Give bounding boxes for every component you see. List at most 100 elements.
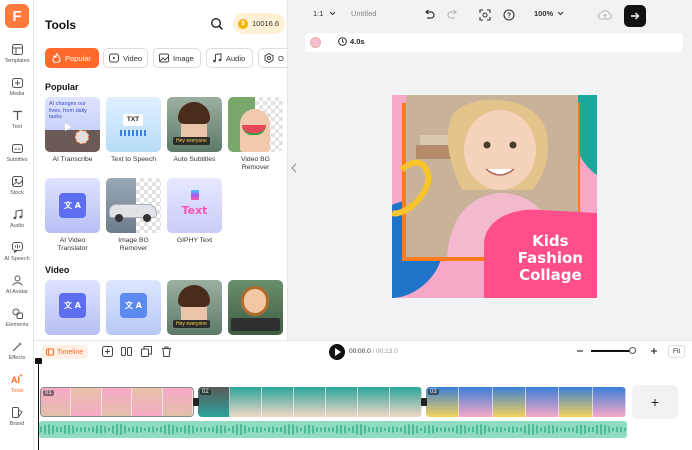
waveform-bar: [460, 424, 462, 435]
coin-balance[interactable]: $ 10016.6: [233, 13, 285, 34]
person-hair: [178, 102, 210, 124]
tool-thumbnail: 文 A: [45, 280, 100, 335]
waveform-bar: [452, 427, 454, 432]
canvas-title[interactable]: Kids Fashion Collage: [518, 233, 583, 284]
clip-frame: [230, 387, 262, 417]
waveform-bar: [464, 425, 466, 434]
rail-item-text[interactable]: Text: [0, 108, 34, 136]
waveform-bar: [40, 426, 42, 433]
tool-ai-transcribe[interactable]: AI changes our lives, from daily tasks A…: [45, 97, 100, 164]
tool-thumbnail: [228, 280, 283, 335]
zoom-out-icon[interactable]: [576, 347, 584, 357]
waveform-bar: [580, 424, 582, 435]
rail-item-templates[interactable]: Templates: [0, 42, 34, 70]
rail-item-audio[interactable]: Audio: [0, 207, 34, 235]
rail-item-stock[interactable]: Stock: [0, 174, 34, 202]
waveform-bar: [584, 425, 586, 434]
chip-audio[interactable]: Audio: [206, 48, 253, 68]
rail-label: AI Avatar: [5, 289, 29, 295]
tool-video-bg-remover[interactable]: Video BG Remover: [228, 97, 283, 172]
split-icon[interactable]: [121, 346, 132, 357]
transition-icon[interactable]: [193, 398, 199, 406]
zoom-select[interactable]: 100%: [534, 9, 564, 18]
redo-icon[interactable]: [447, 9, 458, 20]
search-icon[interactable]: [210, 17, 224, 31]
tool-text-to-speech[interactable]: TXT Text to Speech: [106, 97, 161, 164]
canvas-title-line-3: Collage: [519, 266, 582, 284]
tool-ai-video-translator[interactable]: 文 A AI Video Translator: [45, 178, 100, 253]
chip-image[interactable]: Image: [153, 48, 201, 68]
collapse-panel-handle[interactable]: [291, 163, 298, 175]
screenshot-icon[interactable]: [479, 9, 491, 21]
transition-icon[interactable]: [421, 398, 427, 406]
duplicate-icon[interactable]: [141, 346, 152, 357]
help-icon[interactable]: ?: [503, 9, 515, 21]
tool-auto-subtitles[interactable]: Hey everyone Auto Subtitles: [167, 97, 222, 164]
fit-button[interactable]: Fit: [668, 345, 686, 358]
chip-video[interactable]: Video: [103, 48, 148, 68]
rail-item-subtitles[interactable]: Subtitles: [0, 141, 34, 169]
canvas-preview[interactable]: Kids Fashion Collage: [392, 95, 597, 298]
rail-label: Subtitles: [6, 157, 28, 163]
waveform-bar: [380, 426, 382, 433]
tool-video-subtitles[interactable]: Hey everyone: [167, 280, 222, 335]
background-color-swatch[interactable]: [310, 37, 321, 48]
chevron-down-icon: [557, 9, 564, 18]
timeline-clip-3[interactable]: 03: [426, 387, 626, 417]
app-logo[interactable]: F: [5, 4, 29, 28]
tool-thumbnail: Text: [167, 178, 222, 233]
waveform-bar: [396, 427, 398, 432]
timeline-clip-2[interactable]: 02: [198, 387, 422, 417]
tools-panel: Tools $ 10016.6 Popular Video Image Audi…: [34, 0, 288, 340]
zoom-slider-knob[interactable]: [628, 347, 636, 354]
svg-text:AI: AI: [11, 375, 20, 385]
rail-item-ai-speech[interactable]: AI Speech: [0, 240, 34, 268]
giphy-word: Text: [181, 204, 208, 217]
waveform-bar: [116, 424, 118, 435]
waveform-bar: [408, 424, 410, 435]
waveform-bar: [100, 425, 102, 434]
tool-voice-translate[interactable]: 文 A: [106, 280, 161, 335]
tool-giphy-text[interactable]: Text GIPHY Text: [167, 178, 222, 245]
zoom-slider[interactable]: [591, 347, 636, 354]
rail-item-effects[interactable]: Effects: [0, 339, 34, 367]
rail-label: Brand: [9, 421, 25, 427]
video-icon: [109, 53, 119, 63]
tool-image-bg-remover[interactable]: Image BG Remover: [106, 178, 161, 253]
add-scene-icon[interactable]: [102, 346, 113, 357]
aspect-ratio-value: 1:1: [313, 9, 324, 18]
add-scene-button[interactable]: +: [632, 385, 678, 419]
export-button[interactable]: [624, 5, 646, 27]
waveform-bar: [208, 427, 210, 432]
clip-frame: [492, 387, 526, 417]
undo-icon[interactable]: [424, 9, 435, 20]
audio-track[interactable]: [39, 421, 627, 438]
waveform-bar: [560, 427, 562, 432]
rail-item-media[interactable]: Media: [0, 75, 34, 103]
cloud-upload-icon[interactable]: [598, 9, 612, 20]
clip-frame: [592, 387, 626, 417]
timeline-toggle[interactable]: Timeline: [42, 345, 89, 359]
text-icon: [10, 108, 24, 122]
rail-item-ai-avatar[interactable]: AI Avatar: [0, 273, 34, 301]
clip-number: 01: [43, 390, 54, 396]
waveform-bar: [436, 426, 438, 433]
chip-popular[interactable]: Popular: [45, 48, 99, 68]
project-name[interactable]: Untitled: [351, 9, 376, 18]
delete-icon[interactable]: [161, 346, 172, 357]
image-icon: [159, 53, 169, 63]
waveform-bar: [456, 425, 458, 434]
zoom-in-icon[interactable]: [650, 347, 658, 357]
scene-duration[interactable]: 4.0s: [338, 37, 365, 46]
play-button[interactable]: [329, 344, 345, 360]
chip-other[interactable]: O: [258, 48, 287, 68]
aspect-ratio-select[interactable]: 1:1: [313, 9, 336, 18]
tool-ai-avatar-video[interactable]: [228, 280, 283, 335]
rail-item-tools[interactable]: AI Tools: [0, 372, 34, 400]
tool-video-translate[interactable]: 文 A: [45, 280, 100, 335]
rail-item-brand[interactable]: Brand: [0, 405, 34, 433]
waveform-bar: [304, 425, 306, 434]
rail-item-elements[interactable]: Elements: [0, 306, 34, 334]
timeline-clip-1[interactable]: 01: [40, 387, 194, 417]
waveform-bar: [252, 427, 254, 432]
